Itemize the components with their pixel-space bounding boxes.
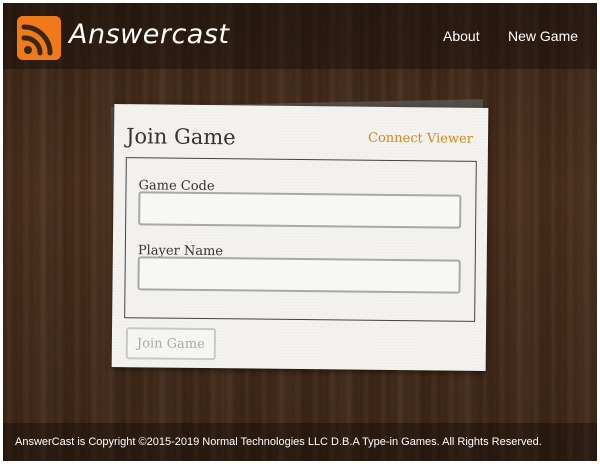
copyright-text: AnswerCast is Copyright ©2015-2019 Norma… xyxy=(15,436,542,448)
page-background: Answercast About New Game Join Game Conn… xyxy=(3,3,597,461)
brand-name[interactable]: Answercast xyxy=(69,19,230,50)
join-game-button[interactable]: Join Game xyxy=(125,327,217,361)
page-title: Join Game xyxy=(125,124,236,150)
nav-new-game-link[interactable]: New Game xyxy=(508,28,578,44)
footer: AnswerCast is Copyright ©2015-2019 Norma… xyxy=(3,423,597,461)
connect-viewer-link[interactable]: Connect Viewer xyxy=(368,131,473,147)
join-game-card: Join Game Connect Viewer Game Code Playe… xyxy=(111,104,489,371)
nav-about-link[interactable]: About xyxy=(443,28,480,44)
rss-feed-icon[interactable] xyxy=(17,16,61,60)
player-name-input[interactable] xyxy=(137,256,461,294)
join-form-fieldset: Game Code Player Name xyxy=(124,157,477,322)
game-code-input[interactable] xyxy=(138,191,462,229)
top-nav-bar: Answercast About New Game xyxy=(3,3,597,69)
